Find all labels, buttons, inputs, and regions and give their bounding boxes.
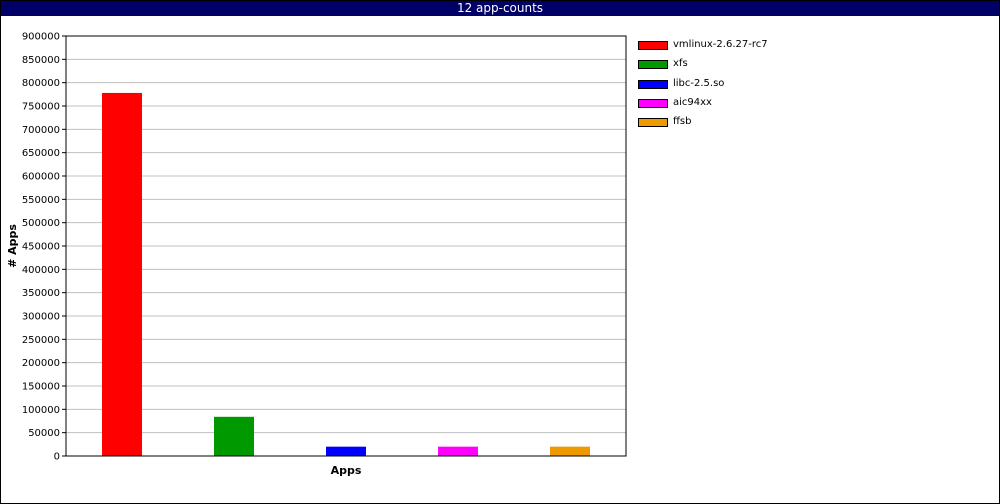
chart-legend: vmlinux-2.6.27-rc7 xfs libc-2.5.so aic94xx f… (638, 38, 978, 134)
y-tick-label: 900000 (22, 32, 60, 43)
legend-label: xfs (673, 58, 688, 70)
legend-item: libc-2.5.so (638, 77, 978, 96)
bar-libc-2-5-so (326, 446, 366, 456)
legend-item: xfs (638, 57, 978, 76)
y-tick-label: 350000 (22, 288, 60, 299)
legend-swatch (638, 79, 668, 89)
y-tick-label: 150000 (22, 382, 60, 393)
y-tick-label: 400000 (22, 265, 60, 276)
y-axis-label: # Apps (6, 224, 19, 268)
bar-vmlinux-2-6-27-rc7 (102, 92, 142, 456)
legend-item: ffsb (638, 115, 978, 134)
y-tick-label: 250000 (22, 335, 60, 346)
legend-label: libc-2.5.so (673, 77, 725, 89)
chart-frame: 12 app-counts 0 50000 100000 150000 200000 25… (0, 0, 1000, 504)
legend-swatch (638, 98, 668, 108)
legend-label: aic94xx (673, 96, 712, 108)
bar-xfs (214, 416, 254, 456)
bar-aic94xx (438, 446, 478, 456)
legend-item: vmlinux-2.6.27-rc7 (638, 38, 978, 57)
legend-swatch (638, 118, 668, 128)
y-tick-label: 750000 (22, 102, 60, 113)
y-tick-label: 650000 (22, 148, 60, 159)
y-tick-label: 300000 (22, 312, 60, 323)
y-tick-label: 0 (54, 452, 60, 463)
y-tick-label: 700000 (22, 125, 60, 136)
legend-label: vmlinux-2.6.27-rc7 (673, 39, 768, 50)
legend-swatch (638, 41, 668, 50)
legend-label: ffsb (673, 116, 692, 128)
y-tick-label: 600000 (22, 172, 60, 183)
y-tick-label: 450000 (22, 242, 60, 253)
y-tick-label: 50000 (28, 428, 60, 439)
legend-item: aic94xx (638, 96, 978, 115)
x-axis-label: Apps (331, 464, 362, 477)
y-tick-label: 850000 (22, 55, 60, 66)
y-tick-label: 500000 (22, 218, 60, 229)
y-tick-label: 800000 (22, 78, 60, 89)
y-tick-label: 100000 (22, 405, 60, 416)
bar-ffsb (550, 446, 590, 456)
y-tick-label: 550000 (22, 195, 60, 206)
legend-swatch (638, 60, 668, 70)
y-tick-label: 200000 (22, 358, 60, 369)
